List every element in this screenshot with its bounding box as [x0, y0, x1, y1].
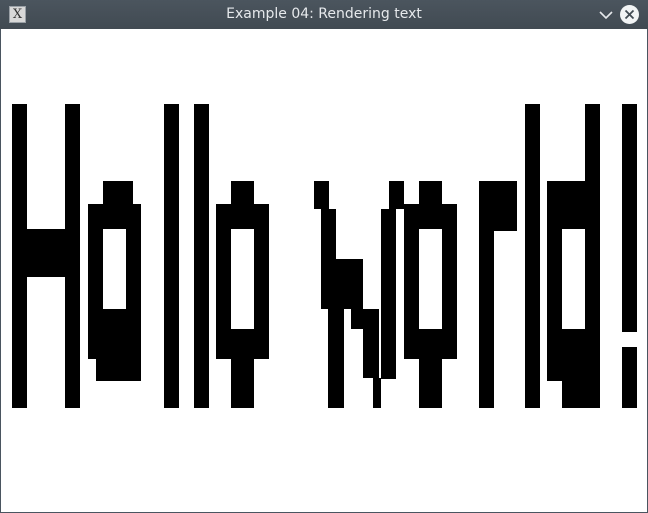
- app-window: X Example 04: Rendering text: [0, 0, 648, 513]
- chevron-down-icon: [599, 11, 613, 20]
- close-button[interactable]: [620, 5, 639, 24]
- minimize-button[interactable]: [596, 5, 616, 25]
- render-canvas: [1, 29, 647, 512]
- title-bar[interactable]: X Example 04: Rendering text: [0, 0, 648, 29]
- window-title: Example 04: Rendering text: [226, 6, 422, 22]
- rendered-text: [12, 104, 637, 408]
- close-icon: [624, 9, 635, 20]
